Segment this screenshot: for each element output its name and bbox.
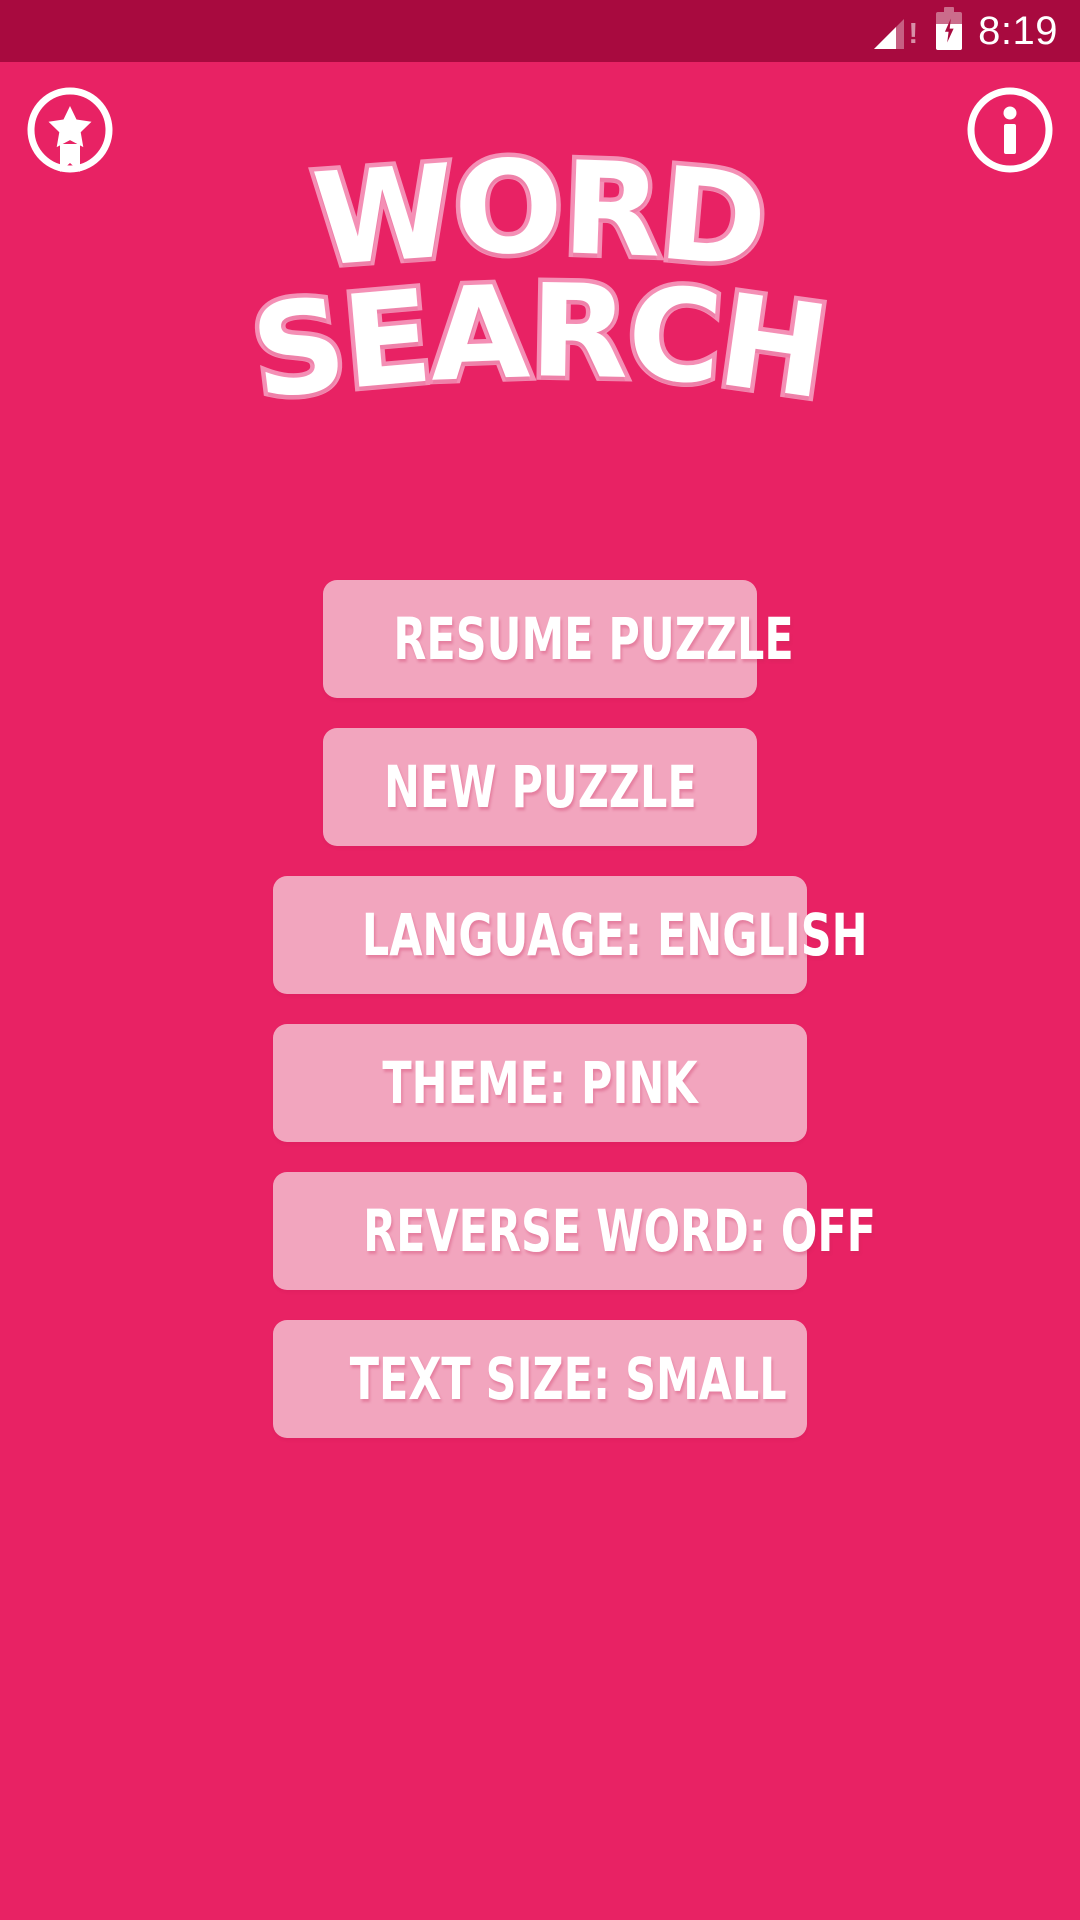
language-button[interactable]: LANGUAGE: ENGLISH bbox=[273, 876, 868, 994]
status-bar: ! 8:19 bbox=[0, 0, 1080, 62]
reverse-word-label: REVERSE WORD: OFF bbox=[363, 1197, 876, 1265]
theme-label: THEME: PINK bbox=[382, 1049, 698, 1117]
new-puzzle-button[interactable]: NEW PUZZLE bbox=[323, 728, 757, 846]
text-size-label: TEXT SIZE: SMALL bbox=[349, 1345, 787, 1413]
app-logo: WORD SEARCH bbox=[0, 129, 1080, 434]
signal-warning-icon: ! bbox=[874, 13, 920, 49]
logo-letter: H bbox=[706, 262, 842, 433]
logo-line-word: WORD bbox=[0, 129, 1080, 302]
text-size-button[interactable]: TEXT SIZE: SMALL bbox=[273, 1320, 807, 1438]
main-menu: RESUME PUZZLE NEW PUZZLE LANGUAGE: ENGLI… bbox=[0, 580, 1080, 1468]
logo-line-search: SEARCH bbox=[0, 253, 1080, 434]
status-bar-right: ! 8:19 bbox=[874, 0, 1058, 62]
app-screen: ! 8:19 WORD SEARCH RESUME PUZZLE NEW PUZ… bbox=[0, 0, 1080, 1920]
info-button[interactable] bbox=[966, 86, 1054, 174]
logo-letter: R bbox=[524, 253, 634, 413]
language-label: LANGUAGE: ENGLISH bbox=[361, 901, 868, 969]
status-bar-clock: 8:19 bbox=[978, 9, 1058, 53]
logo-letter: C bbox=[618, 254, 731, 418]
reverse-word-button[interactable]: REVERSE WORD: OFF bbox=[273, 1172, 876, 1290]
logo-letter: S bbox=[240, 265, 359, 433]
logo-letter: A bbox=[423, 254, 536, 415]
logo-letter: W bbox=[304, 133, 464, 300]
theme-button[interactable]: THEME: PINK bbox=[273, 1024, 807, 1142]
achievements-button[interactable] bbox=[26, 86, 114, 174]
logo-letter: O bbox=[448, 129, 568, 289]
resume-puzzle-label: RESUME PUZZLE bbox=[393, 605, 794, 673]
award-badge-icon bbox=[27, 87, 113, 173]
info-icon bbox=[967, 87, 1053, 173]
battery-charging-icon bbox=[936, 7, 963, 50]
logo-letter: D bbox=[649, 135, 777, 302]
resume-puzzle-button[interactable]: RESUME PUZZLE bbox=[323, 580, 794, 698]
logo-letter: E bbox=[333, 258, 442, 423]
new-puzzle-label: NEW PUZZLE bbox=[383, 753, 697, 821]
logo-letter: R bbox=[555, 130, 668, 291]
